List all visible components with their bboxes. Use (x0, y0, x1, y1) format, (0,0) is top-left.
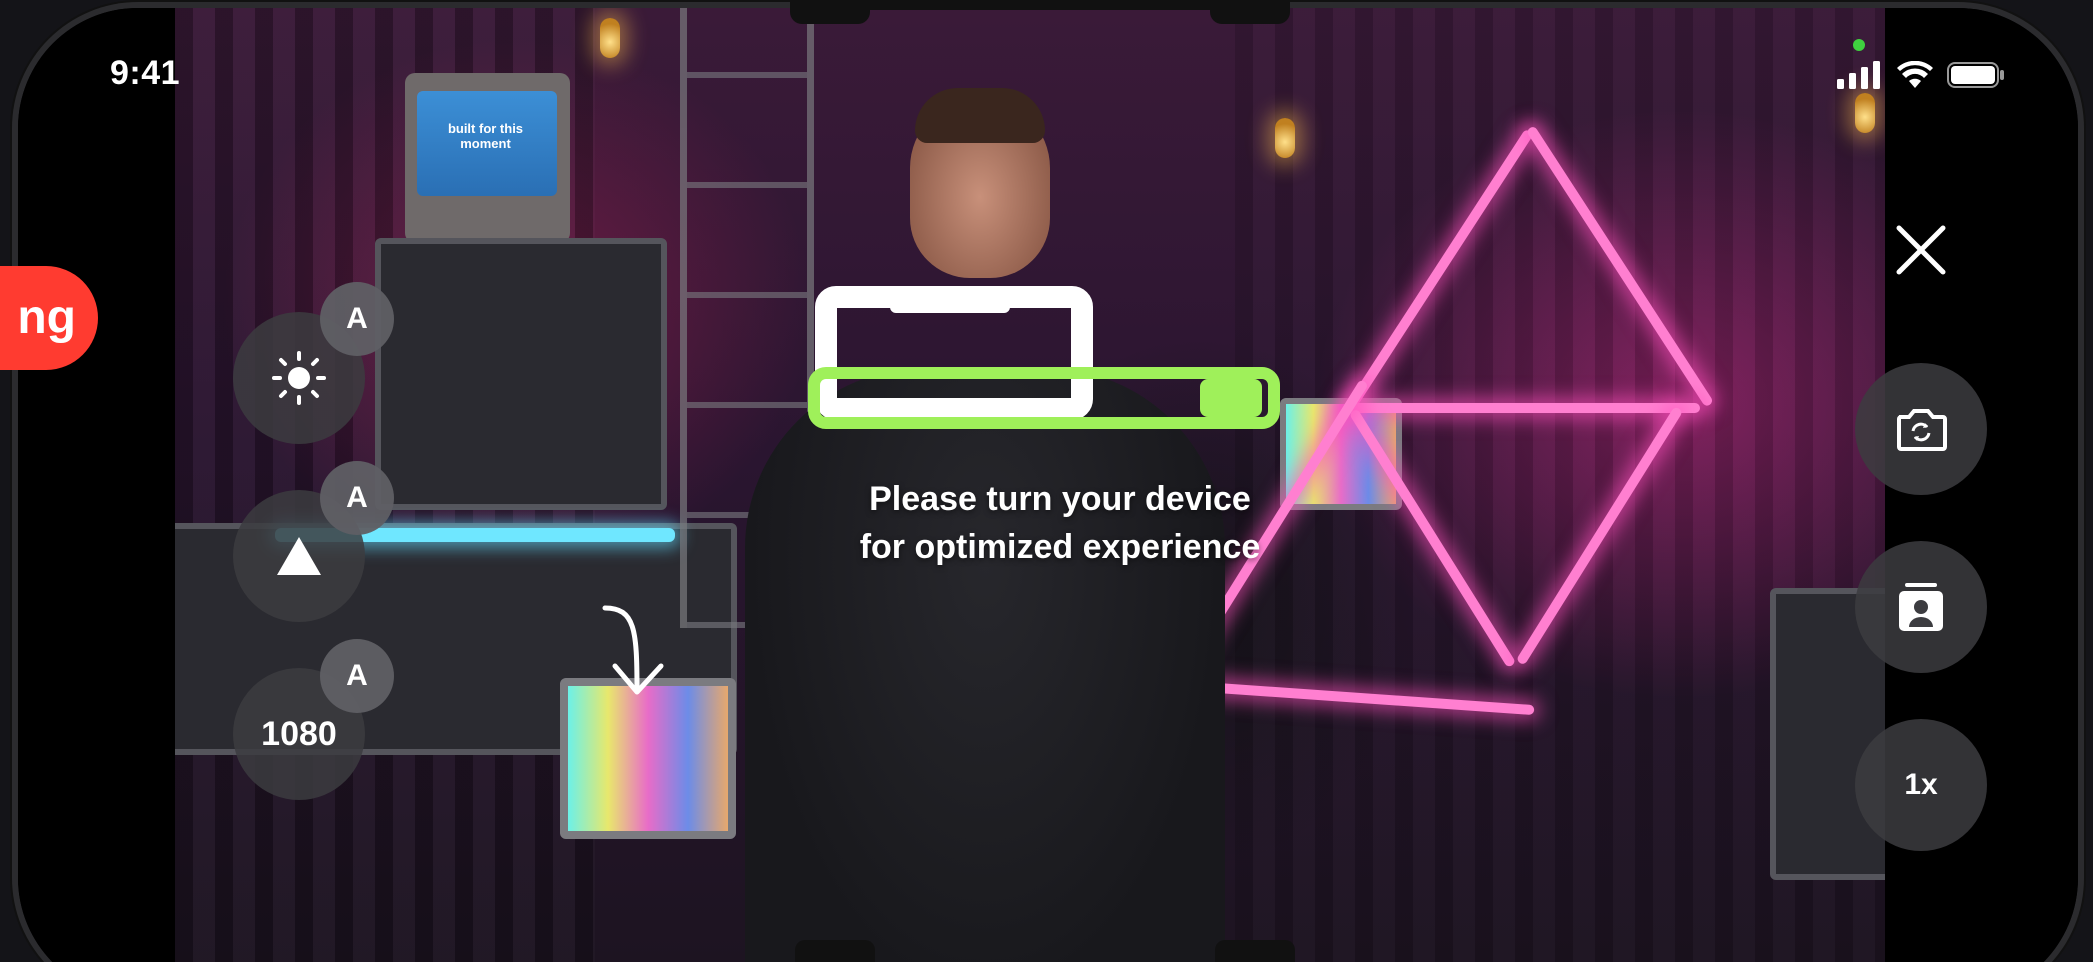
camera-flip-icon (1897, 409, 1947, 451)
person-body (745, 368, 1225, 962)
hardware-notch-bridge (850, 0, 1230, 10)
neon-line (1350, 403, 1700, 413)
rotate-prompt-line1: Please turn your device (869, 480, 1251, 518)
flightcase-top (375, 238, 667, 510)
crt-text: built for this moment (447, 121, 524, 151)
bezel-left (18, 8, 175, 962)
colorbar-monitor-left (560, 678, 736, 839)
camera-in-use-indicator (1853, 39, 1865, 51)
person-card-icon (1899, 583, 1943, 631)
resolution-auto-badge[interactable]: A (320, 639, 394, 713)
hardware-notch (795, 940, 875, 962)
sun-icon (272, 351, 326, 405)
close-icon[interactable] (1895, 224, 1947, 276)
battery-icon (1947, 62, 2004, 88)
camera-app-landscape: built for this moment 9:41 ng A A 1080 A… (0, 0, 2093, 962)
exposure-auto-badge[interactable]: A (320, 282, 394, 356)
crt-tv: built for this moment (405, 73, 570, 243)
status-icons (1837, 60, 2005, 90)
cellular-signal-icon (1837, 61, 1880, 89)
rotate-prompt-text: Please turn your device for optimized ex… (780, 475, 1340, 571)
bulb-1 (600, 18, 620, 58)
curved-arrow-icon (602, 605, 664, 695)
zoom-button[interactable]: 1x (1855, 719, 1987, 851)
portrait-mode-button[interactable] (1855, 541, 1987, 673)
triangle-icon (277, 537, 321, 575)
focus-auto-badge[interactable]: A (320, 461, 394, 535)
bulb-2 (1275, 118, 1295, 158)
wifi-icon (1897, 61, 1933, 88)
status-time: 9:41 (110, 54, 181, 92)
hardware-notch (1215, 940, 1295, 962)
bulb-3 (1855, 93, 1875, 133)
resolution-label: 1080 (261, 714, 337, 753)
rotate-device-icon (808, 286, 1280, 429)
zoom-label: 1x (1904, 768, 1938, 801)
rotate-prompt-line2: for optimized experience (859, 528, 1261, 566)
person-hair (915, 88, 1045, 143)
flip-camera-button[interactable] (1855, 363, 1987, 495)
